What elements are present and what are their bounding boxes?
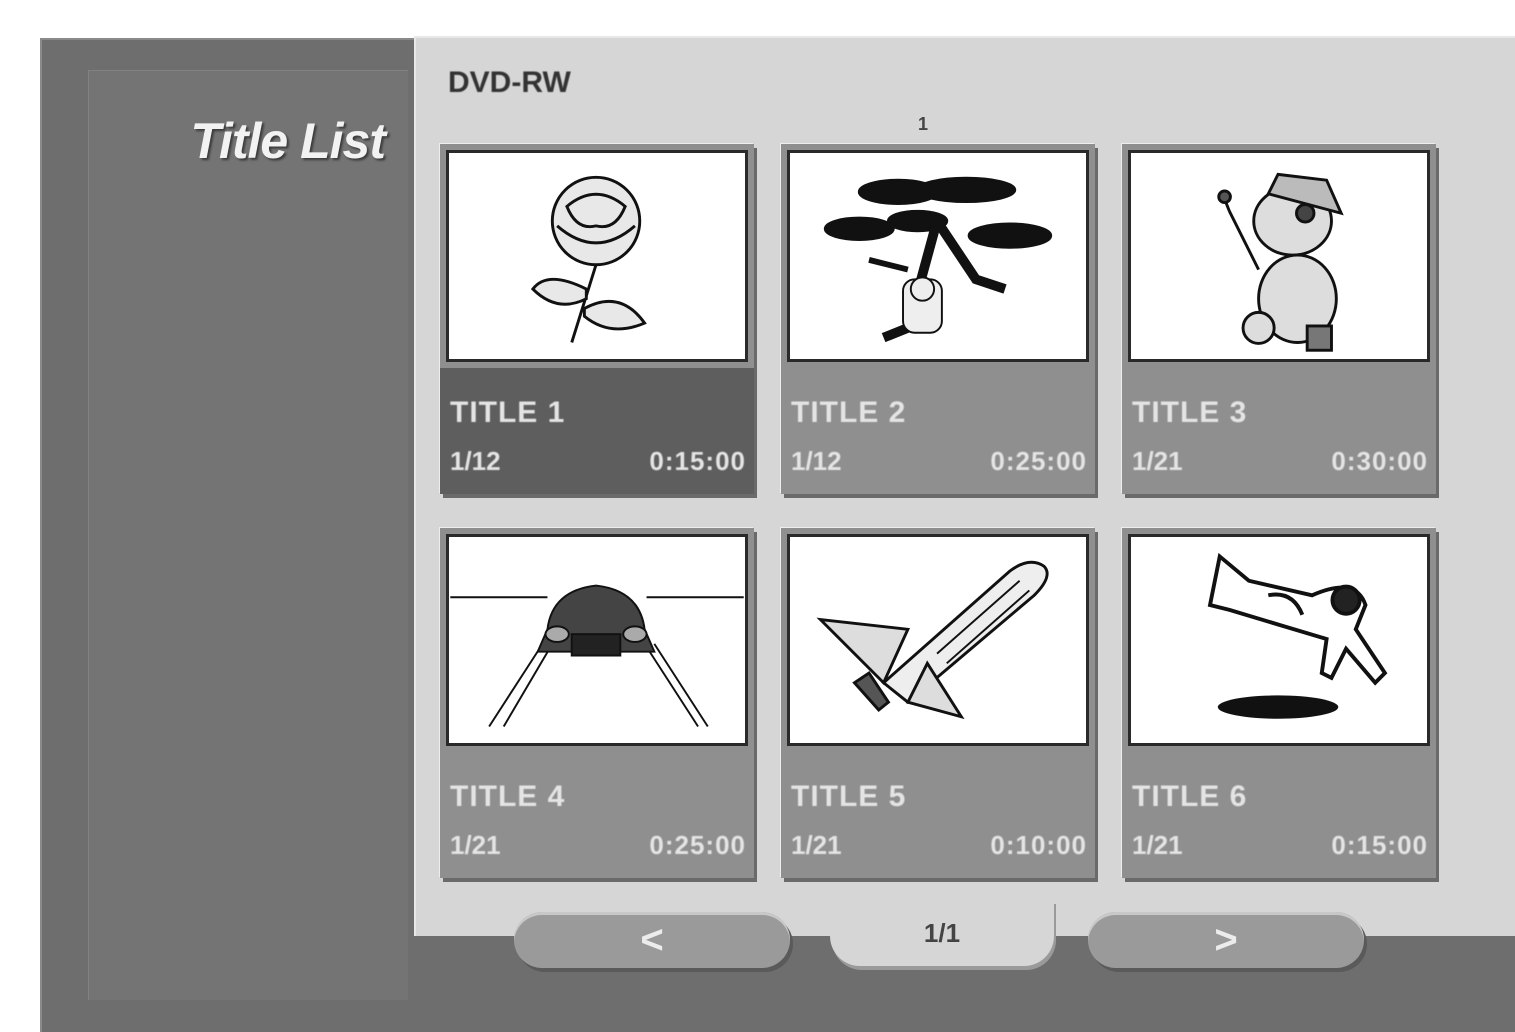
chapter-count: 1/12	[791, 446, 842, 476]
title-name: TITLE 6	[1132, 780, 1248, 813]
chapter-count: 1/21	[1132, 446, 1183, 476]
title-card-3[interactable]: TITLE 3 1/21 0:30:00	[1122, 144, 1436, 494]
title-info: TITLE 3 1/21 0:30:00	[1122, 368, 1436, 494]
tree-icon	[787, 150, 1089, 362]
title-info: TITLE 2 1/12 0:25:00	[781, 368, 1095, 494]
title-card-1[interactable]: TITLE 1 1/12 0:15:00	[440, 144, 754, 494]
space-shuttle-icon	[787, 534, 1089, 746]
chapter-count: 1/21	[791, 830, 842, 860]
title-info: TITLE 4 1/21 0:25:00	[440, 752, 754, 878]
title-duration: 0:25:00	[649, 830, 746, 860]
title-name: TITLE 1	[450, 396, 566, 429]
next-page-button[interactable]: >	[1088, 912, 1364, 968]
title-card-4[interactable]: TITLE 4 1/21 0:25:00	[440, 528, 754, 878]
title-card-2[interactable]: TITLE 2 1/12 0:25:00	[781, 144, 1095, 494]
disc-label: DVD-RW	[448, 66, 571, 99]
title-name: TITLE 5	[791, 780, 907, 813]
title-info: TITLE 1 1/12 0:15:00	[440, 368, 754, 494]
title-name: TITLE 3	[1132, 396, 1248, 429]
cartoon-character-icon	[1128, 150, 1430, 362]
title-card-6[interactable]: TITLE 6 1/21 0:15:00	[1122, 528, 1436, 878]
prev-page-button[interactable]: <	[514, 912, 790, 968]
menu-title: Title List	[190, 113, 386, 169]
page-marker: 1	[918, 114, 929, 134]
title-duration: 0:25:00	[990, 446, 1087, 476]
title-name: TITLE 4	[450, 780, 566, 813]
rose-icon	[446, 150, 748, 362]
title-duration: 0:15:00	[649, 446, 746, 476]
title-info: TITLE 5 1/21 0:10:00	[781, 752, 1095, 878]
jumping-dog-icon	[1128, 534, 1430, 746]
sidebar	[88, 70, 408, 1000]
chapter-count: 1/21	[450, 830, 501, 860]
title-info: TITLE 6 1/21 0:15:00	[1122, 752, 1436, 878]
title-duration: 0:10:00	[990, 830, 1087, 860]
chapter-count: 1/12	[450, 446, 501, 476]
title-duration: 0:30:00	[1331, 446, 1428, 476]
chapter-count: 1/21	[1132, 830, 1183, 860]
title-name: TITLE 2	[791, 396, 907, 429]
page-indicator: 1/1	[830, 900, 1054, 966]
title-duration: 0:15:00	[1331, 830, 1428, 860]
title-card-5[interactable]: TITLE 5 1/21 0:10:00	[781, 528, 1095, 878]
car-icon	[446, 534, 748, 746]
